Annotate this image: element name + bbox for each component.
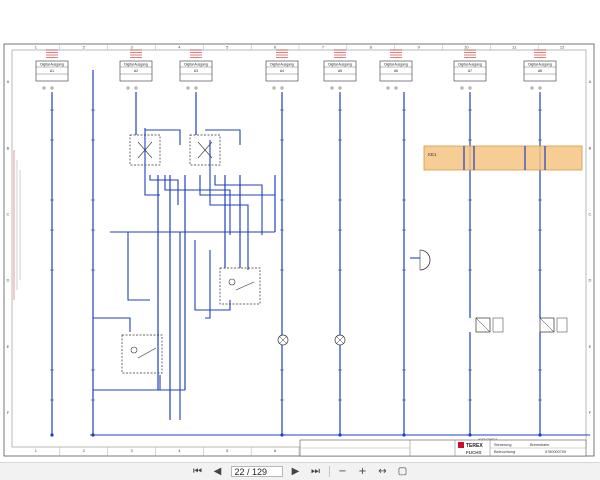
- pdf-viewer: 123456789101112 123456789101112 AABBCCDD…: [0, 0, 600, 480]
- page-toolbar: ⏮ ◀ 22 / 129 ▶ ⏭ − + ↔ ▢: [0, 462, 600, 480]
- module-label: Digital Ausgang: [184, 63, 208, 67]
- title-line-1: Steuerung: [494, 443, 512, 447]
- zoom-in-icon[interactable]: +: [356, 465, 370, 479]
- title-line-2: Bremsbahn: [530, 443, 549, 447]
- column-number-top: 12: [560, 45, 565, 50]
- row-letter-right: D: [589, 278, 592, 283]
- highlight-region: KE1: [423, 145, 583, 171]
- row-letter-left: A: [7, 79, 10, 84]
- fit-page-icon[interactable]: ▢: [396, 465, 410, 479]
- next-page-icon[interactable]: ▶: [289, 465, 303, 479]
- last-page-icon[interactable]: ⏭: [309, 465, 323, 479]
- module-tag: A5: [338, 69, 342, 73]
- brand-sub: FUCHS: [466, 450, 482, 455]
- title-line-3: Beleuchtung: [494, 450, 515, 454]
- row-letter-left: C: [7, 211, 10, 216]
- row-letter-left: B: [7, 145, 10, 150]
- title-block: TEREX FUCHS Steuerung Bremsbahn Beleucht…: [299, 439, 587, 457]
- junction-dot: [50, 433, 54, 437]
- module-label: Digital Ausgang: [458, 63, 482, 67]
- row-letter-left: E: [7, 344, 10, 349]
- schematic-sheet: 123456789101112 123456789101112 AABBCCDD…: [3, 43, 595, 457]
- ref-number: 9780000709: [545, 450, 566, 454]
- row-letter-right: A: [589, 79, 592, 84]
- page-number-input[interactable]: 22 / 129: [230, 466, 283, 477]
- lamp-1: [277, 334, 289, 346]
- module-tag: A1: [50, 69, 54, 73]
- highlight-label: KE1: [428, 152, 437, 157]
- module-label: Digital Ausgang: [270, 63, 294, 67]
- module-tag: A3: [194, 69, 198, 73]
- first-page-icon[interactable]: ⏮: [191, 465, 205, 479]
- page-indicator: 22 / 129: [230, 466, 283, 477]
- module-label: Digital Ausgang: [384, 63, 408, 67]
- toolbar-separator: [328, 466, 330, 477]
- lamp-2: [334, 334, 346, 346]
- module-label: Digital Ausgang: [124, 63, 148, 67]
- row-letter-right: C: [589, 211, 592, 216]
- module-tag: A7: [468, 69, 472, 73]
- row-letter-right: B: [589, 145, 592, 150]
- row-letter-right: E: [589, 344, 592, 349]
- module-label: Digital Ausgang: [328, 63, 352, 67]
- previous-page-icon[interactable]: ◀: [211, 465, 225, 479]
- fit-width-icon[interactable]: ↔: [376, 465, 390, 479]
- column-number-top: 10: [464, 45, 469, 50]
- module-tag: A8: [538, 69, 542, 73]
- zoom-out-icon[interactable]: −: [336, 465, 350, 479]
- module-tag: A2: [134, 69, 138, 73]
- module-label: Digital Ausgang: [528, 63, 552, 67]
- module-label: Digital Ausgang: [40, 63, 64, 67]
- module-tag: A4: [280, 69, 284, 73]
- row-letter-left: D: [7, 278, 10, 283]
- brand-name: TEREX: [466, 443, 483, 449]
- brand-logo: [458, 442, 464, 448]
- module-tag: A6: [394, 69, 398, 73]
- page-display: 22 / 129: [234, 466, 268, 477]
